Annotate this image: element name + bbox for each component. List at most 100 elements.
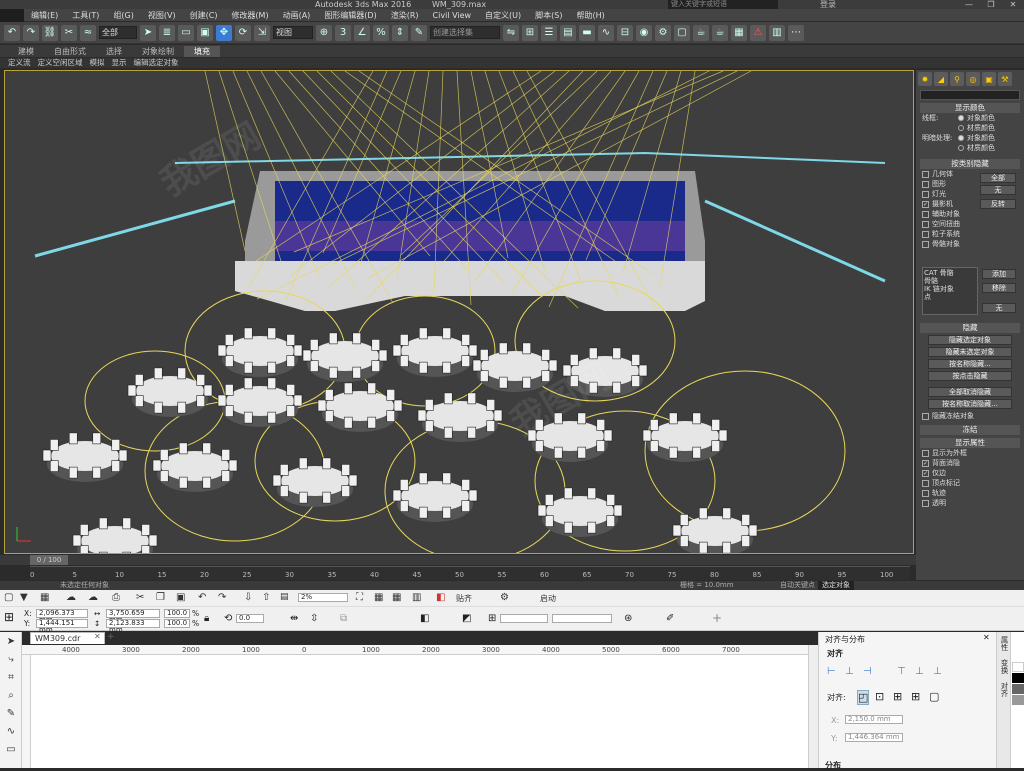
toggle-ribbon-icon[interactable]: ▬ (579, 24, 595, 41)
display-tab-icon[interactable]: ▣ (982, 72, 996, 86)
color-palette[interactable] (1010, 632, 1024, 768)
group-icon[interactable]: ⧉ (340, 613, 347, 624)
swatch[interactable] (1012, 684, 1024, 694)
ref-coord-dropdown[interactable]: 视图 (273, 26, 313, 39)
ribbon-tab[interactable]: 选择 (96, 46, 132, 57)
hide-action-button[interactable]: 按点击隐藏 (928, 371, 1012, 381)
menu-item[interactable]: 自定义(U) (478, 10, 528, 21)
save-icon[interactable]: ▦ (40, 592, 49, 603)
page-edge-icon[interactable]: ⊡ (875, 690, 884, 703)
paste-icon[interactable]: ▣ (176, 592, 185, 603)
grid-align-icon[interactable]: ⊞ (911, 690, 920, 703)
add-tab-icon[interactable]: + (107, 632, 115, 642)
page-presets-icon[interactable]: ⊞ (4, 610, 14, 624)
radio-icon[interactable] (958, 125, 964, 131)
radio-icon[interactable] (958, 115, 964, 121)
y-position-input[interactable]: 1,444.151 mm (36, 619, 88, 634)
checkbox-icon[interactable] (922, 220, 929, 228)
material-editor-icon[interactable]: ◉ (636, 24, 652, 41)
hide-none-button[interactable]: 无 (980, 185, 1016, 195)
cloud-upload-icon[interactable]: ☁ (88, 592, 98, 603)
radio-icon[interactable] (958, 135, 964, 141)
menu-item[interactable]: 视图(V) (141, 10, 183, 21)
render-iterative-icon[interactable]: ▦ (731, 24, 747, 41)
align-y-input[interactable]: 1,446.364 mm (845, 733, 903, 742)
combine-icon[interactable]: ◧ (420, 613, 429, 624)
rollout-hide[interactable]: 隐藏 (920, 323, 1020, 333)
auto-key-label[interactable]: 自动关键点 (780, 581, 815, 590)
height-input[interactable]: 2,123.833 mm (106, 619, 160, 634)
scale-x-input[interactable]: 100.0 (164, 609, 190, 618)
text-icon[interactable]: ⊞ (488, 613, 496, 624)
active-objects-icon[interactable]: ◰ (857, 690, 870, 705)
specified-point-icon[interactable]: ▢ (929, 690, 939, 703)
checkbox-icon[interactable]: ✓ (922, 469, 929, 477)
options-icon[interactable]: ⚙ (500, 592, 509, 603)
undo-icon[interactable]: ↶ (198, 592, 206, 603)
horizontal-ruler[interactable]: 4000 3000 2000 1000 0 1000 2000 3000 4000 5000 600… (22, 645, 818, 655)
checkbox-icon[interactable] (922, 449, 929, 457)
select-icon[interactable]: ➤ (140, 24, 156, 41)
swatch[interactable] (1012, 673, 1024, 683)
align-left-icon[interactable]: ⊢ (827, 666, 836, 677)
menu-item[interactable]: 渲染(R) (384, 10, 426, 21)
rulers-icon[interactable]: ▦ (374, 592, 383, 603)
menu-item[interactable]: 组(G) (106, 10, 140, 21)
menu-item[interactable]: 编辑(E) (24, 10, 65, 21)
ribbon-sub-item[interactable]: 编辑选定对象 (134, 58, 186, 68)
new-doc-icon[interactable]: ▢ (4, 592, 13, 603)
import-icon[interactable]: ⇩ (244, 592, 252, 603)
modify-tab-icon[interactable]: ◢ (934, 72, 948, 86)
align-right-icon[interactable]: ⊣ (863, 666, 872, 677)
minimize-icon[interactable]: — (958, 0, 980, 9)
window-cross-icon[interactable]: ▣ (197, 24, 213, 41)
guides-icon[interactable]: ▥ (412, 592, 421, 603)
width-input[interactable]: 3,750.659 mm (106, 609, 160, 624)
shape-tool-icon[interactable]: ⤷ (3, 654, 19, 668)
render-icon[interactable]: ☕ (693, 24, 709, 41)
ik-icon[interactable]: ⚠ (750, 24, 766, 41)
menu-item[interactable]: 图形编辑器(D) (317, 10, 383, 21)
checkbox-icon[interactable] (922, 240, 929, 248)
angle-snap-icon[interactable]: ∠ (354, 24, 370, 41)
render-frame-icon[interactable]: ▢ (674, 24, 690, 41)
curve-editor-icon[interactable]: ∿ (598, 24, 614, 41)
rotate-icon[interactable]: ⟳ (235, 24, 251, 41)
ribbon-sub-item[interactable]: 定义流 (8, 58, 38, 68)
hide-action-button[interactable]: 按名称取消隐藏... (928, 399, 1012, 409)
menu-item[interactable]: 创建(C) (183, 10, 225, 21)
checkbox-icon[interactable] (922, 479, 929, 487)
utilities-tab-icon[interactable]: ⚒ (998, 72, 1012, 86)
open-icon[interactable]: ▼ (20, 592, 28, 603)
rollout-freeze[interactable]: 冻结 (920, 425, 1020, 435)
hide-all-button[interactable]: 全部 (980, 173, 1016, 183)
close-docker-icon[interactable]: ✕ (983, 633, 990, 642)
ribbon-tab[interactable]: 建模 (8, 46, 44, 57)
fullscreen-icon[interactable]: ⛶ (356, 592, 363, 603)
cloud-icon[interactable]: ☁ (66, 592, 76, 603)
hierarchy-tab-icon[interactable]: ⚲ (950, 72, 964, 86)
ribbon-tab[interactable]: 填充 (184, 45, 220, 57)
vertical-scrollbar[interactable] (808, 645, 818, 768)
lock-ratio-icon[interactable]: 🔒︎ (204, 613, 209, 624)
launch-label[interactable]: 启动 (540, 593, 556, 604)
checkbox-icon[interactable] (922, 412, 929, 420)
category-listbox[interactable]: CAT 骨骼 骨骼 IK 链对象点 (922, 267, 978, 315)
align-bottom-icon[interactable]: ⊥ (933, 666, 942, 677)
spinner-snap-icon[interactable]: ⇕ (392, 24, 408, 41)
menu-item[interactable]: Civil View (426, 11, 479, 20)
ribbon-sub-item[interactable]: 模拟 (90, 58, 112, 68)
create-tab-icon[interactable]: ✹ (918, 72, 932, 86)
remove-button[interactable]: 移除 (982, 283, 1016, 293)
listbox-item[interactable]: CAT 骨骼 (924, 269, 976, 277)
scale-icon[interactable]: ⇲ (254, 24, 270, 41)
radio-icon[interactable] (958, 145, 964, 151)
render-production-icon[interactable]: ☕ (712, 24, 728, 41)
object-name-field[interactable] (920, 90, 1020, 100)
time-slider-track[interactable]: 0 / 100 (0, 555, 916, 565)
ribbon-tab[interactable]: 自由形式 (44, 46, 96, 57)
edit-named-sel-icon[interactable]: ✎ (411, 24, 427, 41)
key-filter-dropdown[interactable]: 选定对象 (818, 581, 854, 590)
checkbox-icon[interactable] (922, 230, 929, 238)
crop-tool-icon[interactable]: ⌗ (3, 672, 19, 686)
